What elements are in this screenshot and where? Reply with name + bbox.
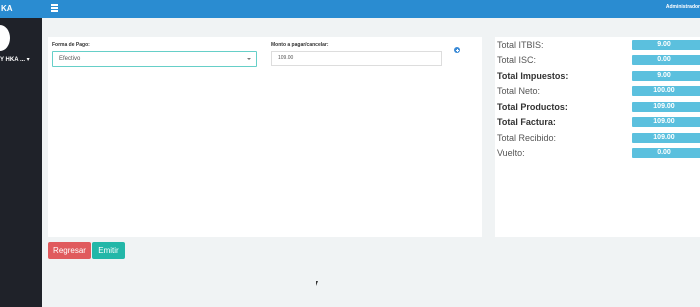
payment-method-value: Efectivo <box>59 56 81 62</box>
user-menu[interactable]: Y HKA ... ▾ <box>0 56 30 63</box>
sidebar: KA Y HKA ... ▾ <box>0 0 42 307</box>
total-isc-value: 0.00 <box>632 55 700 65</box>
total-itbis-label: Total ITBIS: <box>497 40 544 50</box>
total-products-label: Total Productos: <box>497 102 568 112</box>
total-net-label: Total Neto: <box>497 86 541 96</box>
chevron-down-icon <box>247 58 251 60</box>
payment-panel: Forma de Pago: Efectivo Monto a pagar/ca… <box>48 37 482 237</box>
total-taxes-row: Total Impuestos: 9.00 <box>497 70 700 82</box>
emit-button[interactable]: Emitir <box>92 242 125 259</box>
top-bar: Administrador <box>42 0 700 18</box>
amount-label: Monto a pagar/cancelar: <box>271 42 329 48</box>
total-net-value: 100.00 <box>632 86 700 96</box>
total-taxes-value: 9.00 <box>632 71 700 81</box>
total-products-value: 109.00 <box>632 102 700 112</box>
total-itbis-row: Total ITBIS: 9.00 <box>497 39 700 51</box>
avatar[interactable] <box>0 25 10 51</box>
user-role[interactable]: Administrador <box>666 4 700 10</box>
total-net-row: Total Neto: 100.00 <box>497 85 700 97</box>
total-received-label: Total Recibido: <box>497 133 557 143</box>
total-invoice-value: 109.00 <box>632 117 700 127</box>
total-received-row: Total Recibido: 109.00 <box>497 132 700 144</box>
total-isc-row: Total ISC: 0.00 <box>497 54 700 66</box>
hamburger-icon[interactable] <box>51 4 59 13</box>
total-received-value: 109.00 <box>632 133 700 143</box>
total-isc-label: Total ISC: <box>497 55 537 65</box>
total-invoice-label: Total Factura: <box>497 117 556 127</box>
plus-circle-icon[interactable] <box>454 47 460 53</box>
total-invoice-row: Total Factura: 109.00 <box>497 116 700 128</box>
change-label: Vuelto: <box>497 148 525 158</box>
brand-logo: KA <box>0 0 42 18</box>
total-products-row: Total Productos: 109.00 <box>497 101 700 113</box>
change-value: 0.00 <box>632 148 700 158</box>
payment-method-select[interactable]: Efectivo <box>52 51 257 67</box>
amount-input[interactable]: 109.00 <box>271 51 442 66</box>
mouse-cursor-icon <box>316 281 318 286</box>
change-row: Vuelto: 0.00 <box>497 147 700 159</box>
totals-panel: Total ITBIS: 9.00 Total ISC: 0.00 Total … <box>495 37 700 237</box>
payment-method-label: Forma de Pago: <box>52 42 90 48</box>
total-itbis-value: 9.00 <box>632 40 700 50</box>
total-taxes-label: Total Impuestos: <box>497 71 569 81</box>
back-button[interactable]: Regresar <box>48 242 91 259</box>
